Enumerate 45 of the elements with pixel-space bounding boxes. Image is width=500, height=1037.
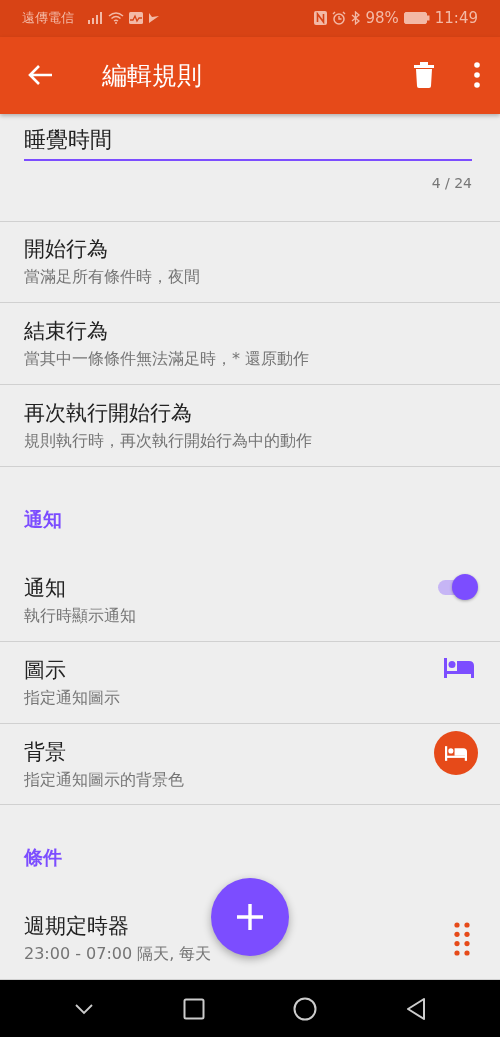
more-icon [474, 62, 480, 89]
row-title: 通知 [24, 574, 66, 602]
bluetooth-icon [351, 11, 361, 26]
nfc-icon [314, 11, 328, 26]
screen-title: 編輯規則 [102, 59, 202, 92]
activity-icon [129, 12, 143, 25]
rule-name-field[interactable]: 睡覺時間 [24, 127, 472, 161]
battery-icon [403, 12, 430, 25]
settings-row[interactable]: 結束行為 當其中一條條件無法滿足時，* 還原動作 [0, 303, 500, 386]
clock-time: 11:49 [434, 9, 478, 28]
row-subtitle: 執行時顯示通知 [24, 605, 136, 627]
back-icon[interactable] [405, 996, 426, 1021]
settings-row[interactable]: 通知 執行時顯示通知 [0, 559, 500, 642]
row-title: 圖示 [24, 656, 66, 684]
alarm-icon [332, 11, 347, 26]
row-subtitle: 當其中一條條件無法滿足時，* 還原動作 [24, 349, 310, 371]
row-subtitle: 23:00 - 07:00 隔天, 每天 [24, 944, 212, 966]
row-title: 結束行為 [24, 318, 108, 346]
row-subtitle: 當滿足所有條件時，夜間 [24, 267, 200, 289]
row-title: 再次執行開始行為 [24, 400, 192, 428]
section-header: 通知 [24, 506, 62, 532]
home-icon[interactable] [293, 996, 318, 1021]
wifi-icon [108, 12, 124, 25]
drag-handle-icon[interactable] [454, 921, 470, 956]
battery-percent: 98% [365, 9, 399, 28]
section-header: 條件 [24, 844, 62, 870]
recents-icon[interactable] [182, 997, 205, 1020]
settings-row[interactable]: 再次執行開始行為 規則執行時，再次執行開始行為中的動作 [0, 385, 500, 468]
add-button[interactable] [211, 878, 289, 956]
row-subtitle: 規則執行時，再次執行開始行為中的動作 [24, 431, 312, 453]
character-counter: 4 / 24 [430, 174, 472, 191]
row-subtitle: 指定通知圖示的背景色 [24, 769, 184, 791]
row-title: 背景 [24, 738, 66, 766]
row-subtitle: 指定通知圖示 [24, 687, 120, 709]
row-title: 開始行為 [24, 236, 108, 264]
carrier-name: 遠傳電信 [22, 9, 74, 28]
plus-icon [235, 902, 265, 932]
signal-icon [87, 12, 103, 25]
settings-row[interactable]: 圖示 指定通知圖示 [0, 641, 500, 724]
bed-icon[interactable] [444, 658, 474, 679]
settings-row[interactable]: 開始行為 當滿足所有條件時，夜間 [0, 221, 500, 304]
row-title: 週期定時器 [24, 913, 129, 941]
bed-icon-badge[interactable] [434, 731, 478, 776]
chevron-down-icon[interactable] [74, 1002, 95, 1015]
settings-row[interactable]: 背景 指定通知圖示的背景色 [0, 723, 500, 806]
